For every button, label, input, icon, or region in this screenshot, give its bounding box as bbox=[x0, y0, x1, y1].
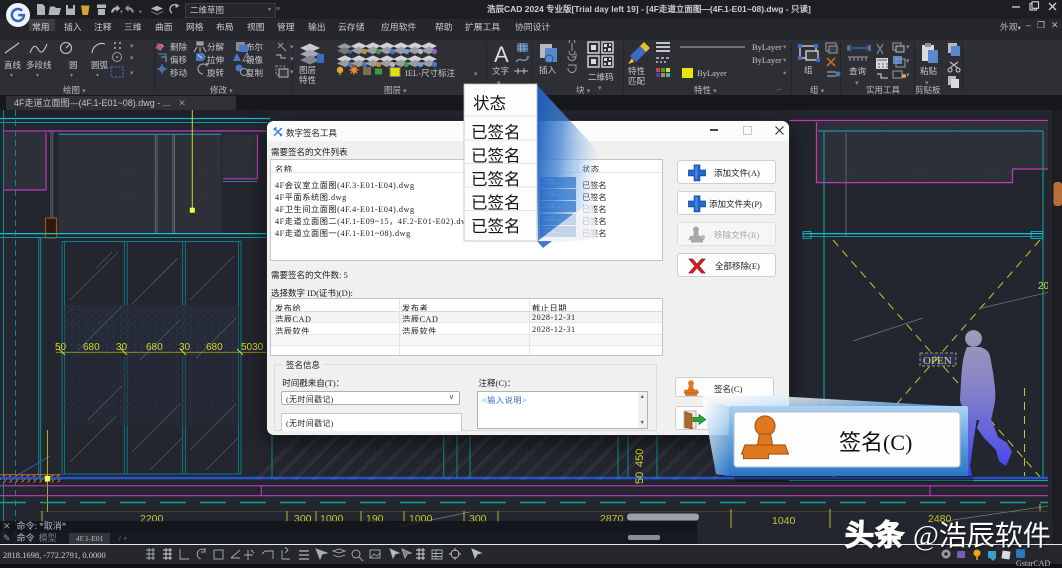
svg-text:粘贴: 粘贴 bbox=[920, 66, 938, 76]
svg-text:OPEN: OPEN bbox=[923, 355, 952, 367]
svg-text:ByLayer: ByLayer bbox=[697, 68, 727, 78]
svg-text:组: 组 bbox=[804, 65, 813, 75]
svg-text:签名(C): 签名(C) bbox=[839, 430, 912, 455]
svg-text:▾: ▾ bbox=[130, 69, 134, 77]
svg-text:偏移: 偏移 bbox=[170, 55, 188, 65]
svg-text:30: 30 bbox=[179, 342, 191, 353]
svg-text:680: 680 bbox=[146, 342, 163, 353]
svg-text:已签名: 已签名 bbox=[471, 194, 521, 213]
svg-text:多段线: 多段线 bbox=[26, 60, 52, 70]
svg-text:▾: ▾ bbox=[906, 57, 910, 65]
svg-text:查询: 查询 bbox=[849, 66, 866, 76]
svg-text:20: 20 bbox=[1038, 281, 1050, 292]
svg-text:▾: ▾ bbox=[290, 55, 294, 63]
svg-text:30: 30 bbox=[116, 342, 128, 353]
svg-text:已签名: 已签名 bbox=[471, 170, 521, 189]
svg-text:图层: 图层 bbox=[299, 65, 316, 75]
svg-text:圆: 圆 bbox=[69, 60, 78, 70]
svg-text:▾: ▾ bbox=[10, 73, 13, 79]
svg-text:▾: ▾ bbox=[783, 57, 787, 64]
svg-text:ByLayer: ByLayer bbox=[752, 42, 782, 52]
svg-text:▾: ▾ bbox=[474, 70, 478, 78]
svg-text:50: 50 bbox=[634, 472, 646, 484]
svg-text:IEL-尺寸标注: IEL-尺寸标注 bbox=[405, 68, 456, 78]
svg-text:▾: ▾ bbox=[120, 10, 123, 16]
svg-text:▾: ▾ bbox=[36, 73, 39, 79]
svg-text:已签名: 已签名 bbox=[471, 217, 521, 236]
svg-text:布尔: 布尔 bbox=[246, 42, 264, 52]
svg-text:ByLayer: ByLayer bbox=[752, 55, 782, 65]
svg-text:▾: ▾ bbox=[130, 54, 134, 62]
svg-text:拉伸: 拉伸 bbox=[207, 55, 224, 65]
svg-text:已签名: 已签名 bbox=[471, 123, 521, 142]
svg-text:已签名: 已签名 bbox=[471, 147, 521, 166]
svg-text:▾: ▾ bbox=[130, 42, 134, 50]
svg-text:▾: ▾ bbox=[290, 68, 294, 76]
svg-text:特性: 特性 bbox=[299, 75, 317, 85]
svg-text:5030: 5030 bbox=[241, 342, 264, 353]
svg-text:▾: ▾ bbox=[925, 79, 929, 87]
svg-text:450: 450 bbox=[634, 449, 646, 467]
svg-text:▾: ▾ bbox=[139, 10, 142, 16]
svg-text:插入: 插入 bbox=[539, 65, 557, 75]
svg-text:▾: ▾ bbox=[783, 44, 787, 51]
svg-text:复制: 复制 bbox=[246, 68, 263, 78]
svg-text:匹配: 匹配 bbox=[628, 76, 646, 86]
svg-text:▾: ▾ bbox=[70, 73, 73, 79]
svg-text:旋转: 旋转 bbox=[207, 68, 225, 78]
svg-text:680: 680 bbox=[83, 342, 100, 353]
svg-text:A: A bbox=[494, 42, 509, 67]
svg-text:直线: 直线 bbox=[4, 60, 22, 70]
svg-text:1040: 1040 bbox=[772, 515, 796, 527]
svg-text:文字: 文字 bbox=[492, 66, 509, 76]
svg-text:▾: ▾ bbox=[290, 43, 294, 51]
svg-text:680: 680 bbox=[206, 342, 223, 353]
svg-text:▾: ▾ bbox=[906, 71, 910, 79]
svg-text:圆弧: 圆弧 bbox=[91, 60, 109, 70]
svg-text:删除: 删除 bbox=[170, 42, 188, 52]
svg-text:▾: ▾ bbox=[855, 79, 859, 87]
svg-text:二维码: 二维码 bbox=[588, 72, 614, 82]
svg-text:分解: 分解 bbox=[207, 42, 225, 52]
svg-text:状态: 状态 bbox=[473, 94, 506, 113]
svg-text:▾: ▾ bbox=[783, 70, 787, 77]
svg-text:移动: 移动 bbox=[170, 68, 188, 78]
svg-text:▾: ▾ bbox=[96, 73, 99, 79]
svg-text:特性: 特性 bbox=[628, 66, 646, 76]
svg-text:▾: ▾ bbox=[906, 43, 910, 51]
